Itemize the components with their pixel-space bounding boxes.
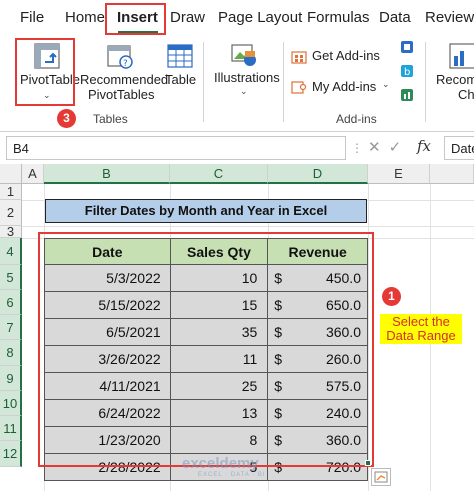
ribbon-separator [203,42,204,122]
recommended-charts-button[interactable]: Recomm Cha [432,40,474,104]
tab-data[interactable]: Data [379,9,411,26]
watermark-tagline: EXCEL · DATA · BI [198,472,266,478]
row-header-6[interactable]: 6 [0,290,22,315]
chevron-down-icon: ⌄ [240,86,248,96]
ribbon-separator [283,42,284,122]
svg-text:?: ? [123,59,128,69]
name-box[interactable]: B4 [6,136,346,160]
addin-puzzle-icon [291,81,307,94]
illustrations-icon [231,44,256,66]
ribbon-separator [425,42,426,122]
table-label: Table [165,72,197,87]
note-line-1: Select the [392,314,450,329]
formula-bar-separator: ⋮ [351,141,363,155]
column-header-d[interactable]: D [268,164,368,184]
my-addins-label: My Add-ins [312,79,377,94]
bing-icon[interactable]: b [400,64,414,78]
watermark-logo: exceldemy [182,455,259,472]
sheet-title[interactable]: Filter Dates by Month and Year in Excel [45,199,367,223]
function-icon[interactable]: fx [417,137,431,155]
cancel-enter-icons[interactable]: ✕✓ [368,138,409,156]
row-header-5[interactable]: 5 [0,265,22,290]
tab-formulas[interactable]: Formulas [307,9,370,26]
row-header-12[interactable]: 12 [0,441,22,467]
visio-icon[interactable] [400,40,414,54]
svg-text:b: b [404,67,410,78]
column-header-a[interactable]: A [22,164,44,184]
table-button[interactable]: Table [162,40,198,104]
row-header-9[interactable]: 9 [0,366,22,391]
quick-analysis-icon [374,471,388,483]
formula-input[interactable]: Date [444,136,474,160]
tab-home[interactable]: Home [65,9,105,26]
pivot-table-highlight [15,38,75,106]
column-header-b[interactable]: B [44,164,170,184]
get-addins-label: Get Add-ins [312,48,380,63]
people-graph-icon[interactable] [400,88,414,102]
column-header-c[interactable]: C [170,164,268,184]
recommended-label-2: PivotTables [88,87,155,102]
my-addins-button[interactable]: My Add-ins ⌄ [291,77,391,97]
row-header-8[interactable]: 8 [0,340,22,366]
tab-draw[interactable]: Draw [170,9,205,26]
column-header-e[interactable]: E [368,164,430,184]
row-header-11[interactable]: 11 [0,416,22,441]
chevron-down-icon: ⌄ [382,79,390,89]
illustrations-button[interactable]: Illustrations ⌄ [212,40,280,104]
formula-bar: B4 ⋮ ✕✓ fx Date [0,136,474,160]
row-header-4[interactable]: 4 [0,238,22,265]
recommended-pivot-tables-button[interactable]: ? Recommended PivotTables [80,40,168,104]
store-icon [291,51,307,64]
quick-analysis-button[interactable] [371,468,391,486]
row-header-1[interactable]: 1 [0,184,22,200]
row-header-10[interactable]: 10 [0,391,22,416]
recommended-pivot-icon: ? [107,45,133,69]
tab-file[interactable]: File [20,9,44,26]
row-header-2[interactable]: 2 [0,200,22,226]
recommended-label-1: Recommended [80,72,169,87]
illustrations-label: Illustrations [214,70,280,85]
select-data-range-note: Select the Data Range [380,314,462,344]
insert-tab-highlight [105,3,166,35]
data-range-highlight [38,232,374,467]
column-header-f[interactable] [430,164,474,184]
gridline [22,226,474,227]
group-addins-label: Add-ins [336,112,377,126]
note-line-2: Data Range [386,328,456,343]
recommended-charts-label-2: Cha [458,87,474,102]
fill-handle[interactable] [365,460,371,466]
group-tables-label: Tables [93,112,128,126]
row-header-3[interactable]: 3 [0,225,22,238]
select-all-corner[interactable] [0,164,22,184]
tab-page-layout[interactable]: Page Layout [218,9,302,26]
row-header-7[interactable]: 7 [0,315,22,340]
tab-review[interactable]: Review [425,9,474,26]
table-icon [167,44,193,68]
step-badge-3: 3 [57,109,76,128]
get-addins-button[interactable]: Get Add-ins [291,46,386,66]
ribbon-tabs: File Home Insert Draw Page Layout Formul… [0,0,474,36]
step-badge-1: 1 [382,287,401,306]
recommended-charts-icon [449,43,474,69]
recommended-charts-label-1: Recomm [436,72,474,87]
